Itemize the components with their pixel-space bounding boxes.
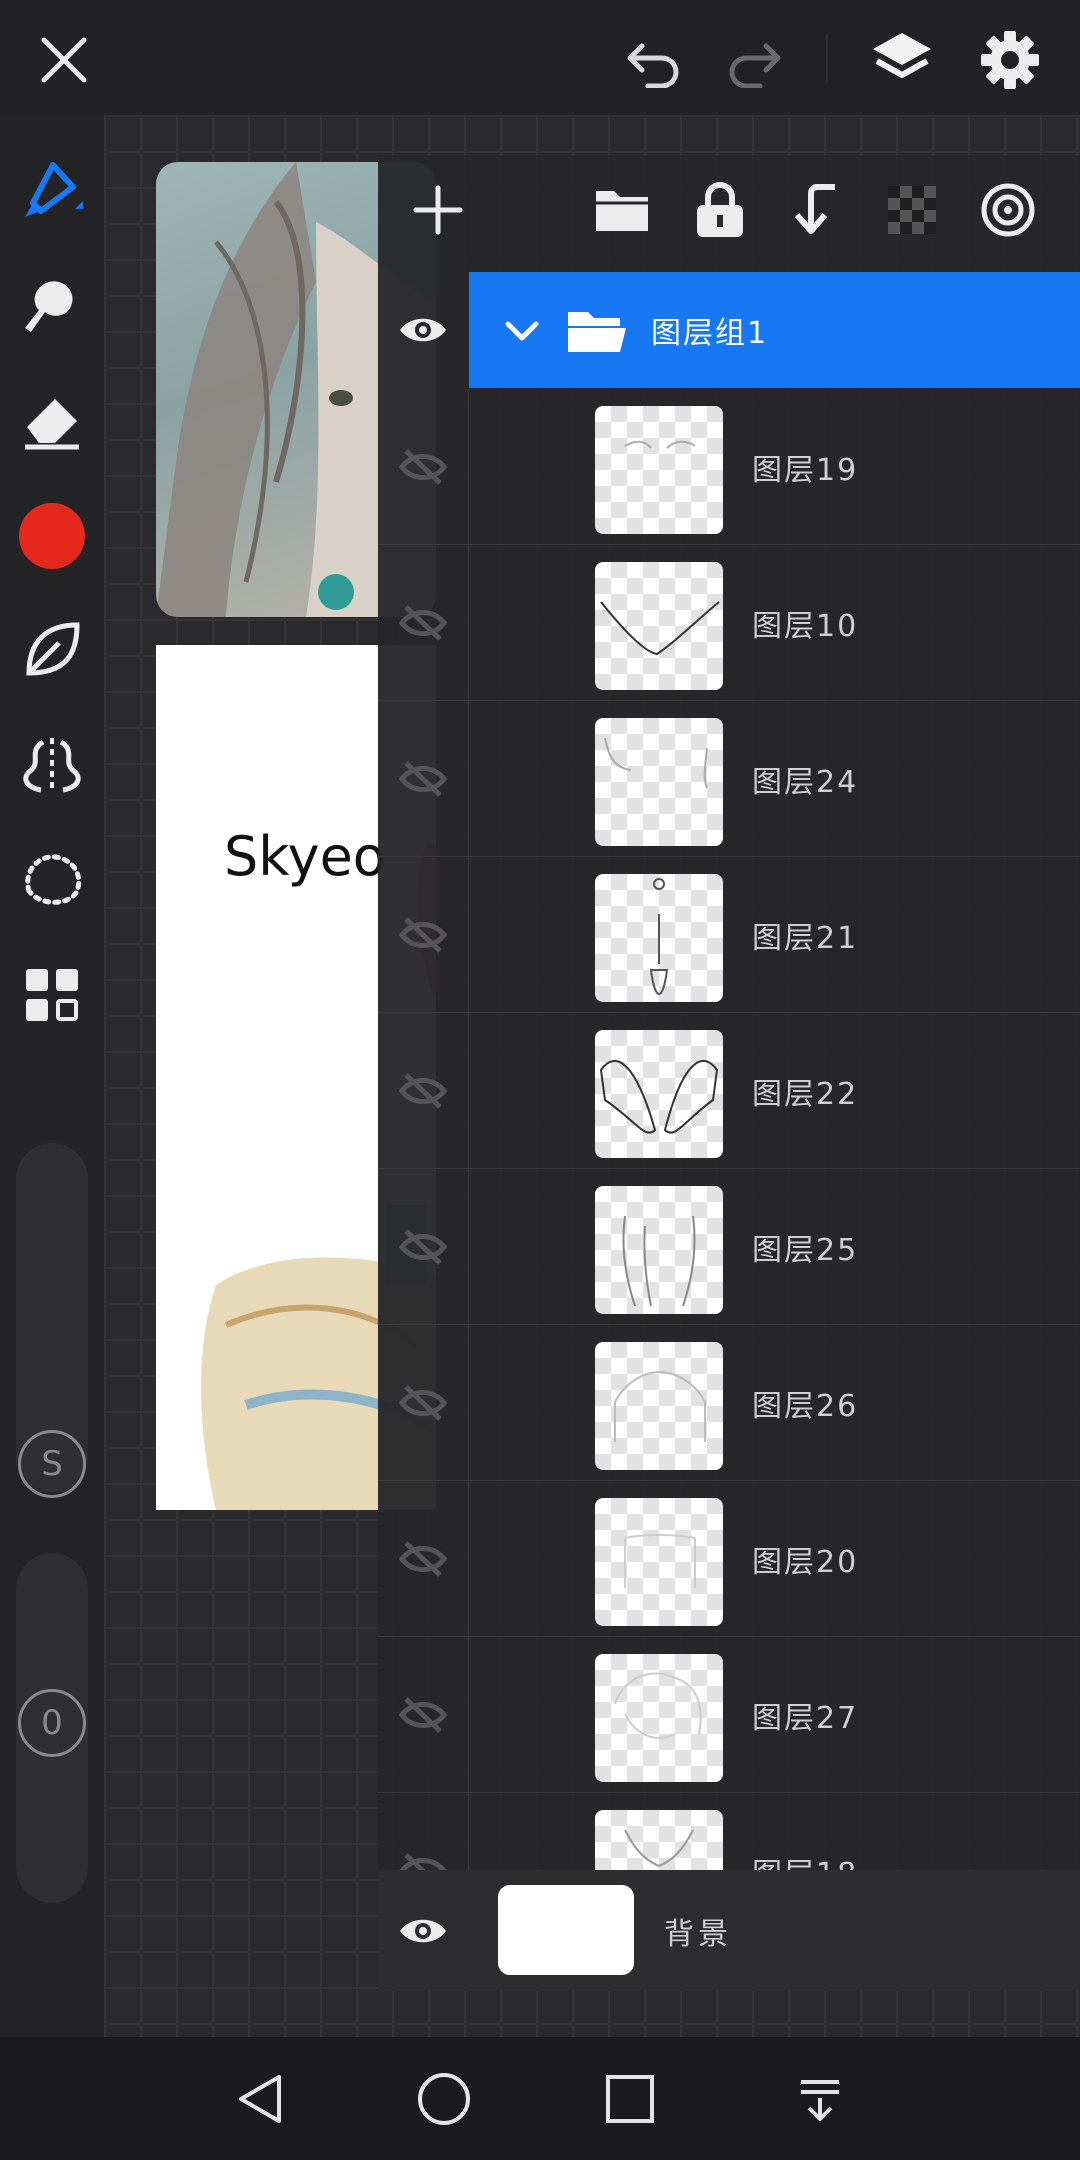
layer-thumbnail bbox=[595, 562, 723, 690]
layer-row[interactable]: 图层20 bbox=[378, 1481, 1080, 1637]
home-icon[interactable] bbox=[404, 2059, 484, 2139]
chevron-down-icon[interactable] bbox=[497, 306, 547, 356]
layers-icon[interactable] bbox=[862, 20, 942, 100]
eye-hidden-icon[interactable] bbox=[378, 545, 469, 700]
layer-thumbnail bbox=[595, 1498, 723, 1626]
layer-thumbnail bbox=[595, 1654, 723, 1782]
layer-row[interactable]: 图层18 bbox=[378, 1793, 1080, 1870]
layer-name: 图层22 bbox=[752, 1076, 859, 1112]
layer-name: 图层18 bbox=[752, 1793, 858, 1871]
plus-icon[interactable] bbox=[398, 170, 478, 250]
color-swatch[interactable] bbox=[19, 503, 85, 569]
eye-hidden-icon[interactable] bbox=[378, 1013, 469, 1168]
layer-name: 图层27 bbox=[752, 1700, 859, 1736]
eraser-icon[interactable] bbox=[12, 380, 92, 460]
transparency-icon[interactable] bbox=[872, 170, 952, 250]
eye-hidden-icon[interactable] bbox=[378, 1481, 469, 1636]
close-icon[interactable] bbox=[28, 24, 100, 96]
eye-hidden-icon[interactable] bbox=[378, 701, 469, 856]
merge-down-icon[interactable] bbox=[776, 170, 856, 250]
folder-icon[interactable] bbox=[582, 170, 662, 250]
layer-name: 图层21 bbox=[752, 920, 859, 956]
opacity-slider[interactable]: 0 bbox=[16, 1553, 88, 1903]
gear-icon[interactable] bbox=[970, 20, 1050, 100]
opacity-handle[interactable]: 0 bbox=[18, 1689, 86, 1757]
layer-row[interactable]: 图层21 bbox=[378, 857, 1080, 1013]
redo-icon[interactable] bbox=[718, 24, 790, 96]
system-navigation-bar bbox=[0, 2037, 1080, 2160]
left-toolbar: S 0 bbox=[0, 115, 104, 2037]
layer-name: 图层24 bbox=[752, 764, 859, 800]
eye-hidden-icon[interactable] bbox=[378, 1637, 469, 1792]
layer-row[interactable]: 图层24 bbox=[378, 701, 1080, 857]
folder-icon bbox=[564, 302, 630, 358]
background-thumbnail bbox=[498, 1885, 634, 1975]
undo-icon[interactable] bbox=[618, 24, 690, 96]
recents-icon[interactable] bbox=[590, 2059, 670, 2139]
group-visibility[interactable] bbox=[378, 272, 468, 388]
layer-row[interactable]: 图层27 bbox=[378, 1637, 1080, 1793]
target-icon[interactable] bbox=[968, 170, 1048, 250]
eye-hidden-icon[interactable] bbox=[378, 1169, 469, 1324]
eye-hidden-icon[interactable] bbox=[378, 1793, 469, 1870]
back-icon[interactable] bbox=[220, 2059, 300, 2139]
layer-name: 图层25 bbox=[752, 1232, 859, 1268]
divider bbox=[826, 34, 828, 82]
eye-icon bbox=[400, 318, 446, 342]
background-layer-name: 背景 bbox=[664, 1916, 732, 1952]
layer-name: 图层20 bbox=[752, 1544, 859, 1580]
layer-row[interactable]: 图层19 bbox=[378, 389, 1080, 545]
layer-thumbnail bbox=[595, 1810, 723, 1870]
layer-thumbnail bbox=[595, 406, 723, 534]
grid-icon[interactable] bbox=[12, 955, 92, 1035]
layer-row[interactable]: 图层26 bbox=[378, 1325, 1080, 1481]
layer-name: 图层19 bbox=[752, 452, 859, 488]
layer-thumbnail bbox=[595, 718, 723, 846]
eye-hidden-icon[interactable] bbox=[378, 389, 469, 544]
eye-icon[interactable] bbox=[378, 1870, 468, 1991]
eye-hidden-icon[interactable] bbox=[378, 857, 469, 1012]
smudge-icon[interactable] bbox=[12, 265, 92, 345]
layer-row[interactable]: 图层25 bbox=[378, 1169, 1080, 1325]
group-name: 图层组1 bbox=[651, 316, 769, 351]
top-toolbar bbox=[0, 0, 1080, 136]
lock-icon[interactable] bbox=[680, 170, 760, 250]
layer-group-row[interactable]: 图层组1 bbox=[469, 272, 1080, 388]
layer-name: 图层26 bbox=[752, 1388, 859, 1424]
brush-size-slider[interactable]: S bbox=[16, 1143, 88, 1498]
background-layer-row[interactable]: 背景 bbox=[378, 1870, 1080, 1991]
layer-thumbnail bbox=[595, 1030, 723, 1158]
eye-hidden-icon[interactable] bbox=[378, 1325, 469, 1480]
layer-name: 图层10 bbox=[752, 608, 859, 644]
layer-row[interactable]: 图层22 bbox=[378, 1013, 1080, 1169]
lasso-icon[interactable] bbox=[12, 840, 92, 920]
collapse-icon[interactable] bbox=[780, 2059, 860, 2139]
layer-thumbnail bbox=[595, 1342, 723, 1470]
layer-row-partial[interactable]: 图层18 bbox=[378, 1793, 1080, 1870]
size-handle[interactable]: S bbox=[18, 1430, 86, 1498]
layer-row[interactable]: 图层10 bbox=[378, 545, 1080, 701]
symmetry-icon[interactable] bbox=[12, 725, 92, 805]
leaf-icon[interactable] bbox=[12, 610, 92, 690]
pen-icon[interactable] bbox=[12, 150, 92, 230]
layer-thumbnail bbox=[595, 1186, 723, 1314]
layer-thumbnail bbox=[595, 874, 723, 1002]
